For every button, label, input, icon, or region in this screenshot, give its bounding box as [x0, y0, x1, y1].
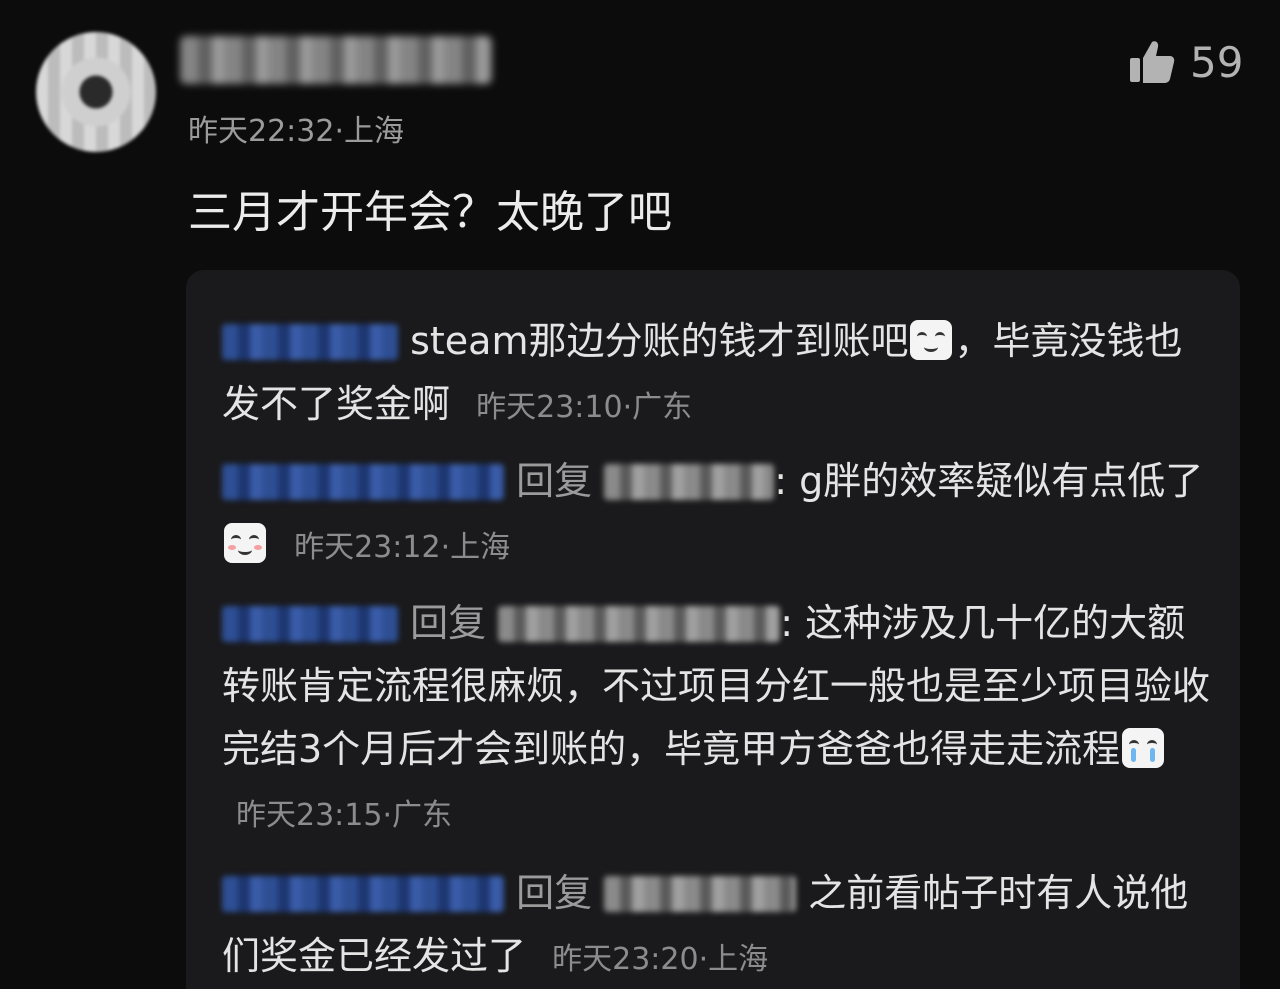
reply-item[interactable]: steam那边分账的钱才到账吧 ，毕竟没钱也发不了奖金啊 昨天23:10·广东 [222, 310, 1212, 439]
reply-time: 昨天23:20·上海 [552, 942, 769, 977]
reply-item[interactable]: 回复 : 这种涉及几十亿的大额转账肯定流程很麻烦，不过项目分红一般也是至少项目验… [222, 592, 1212, 847]
reply-keyword: 回复 [516, 459, 593, 503]
reply-target-blurred[interactable] [604, 876, 797, 912]
reply-keyword: 回复 [410, 601, 487, 645]
reply-text: g胖的效率疑似有点低了 [799, 459, 1204, 503]
reply-item[interactable]: 回复 : g胖的效率疑似有点低了 昨天23:12·上海 [222, 450, 1212, 579]
smirk-emoji-icon [910, 320, 953, 360]
reply-time-value: 昨天23:12 [294, 530, 441, 565]
reply-location: 上海 [708, 942, 769, 977]
comment-time: 昨天22:32 [188, 114, 335, 149]
reply-colon: : [780, 601, 794, 645]
reply-list: steam那边分账的钱才到账吧 ，毕竟没钱也发不了奖金啊 昨天23:10·广东 回… [186, 270, 1240, 989]
comment-text: 三月才开年会？太晚了吧 [188, 187, 672, 238]
reply-author-blurred[interactable] [222, 876, 504, 912]
reply-item[interactable]: 回复 之前看帖子时有人说他们奖金已经发过了 昨天23:20·上海 [222, 862, 1212, 989]
comment-meta: 昨天22:32·上海 [188, 106, 404, 150]
avatar[interactable] [36, 32, 156, 152]
comment-location: 上海 [344, 114, 405, 149]
meta-separator: · [334, 114, 345, 149]
blush-emoji-icon [224, 523, 266, 563]
reply-location: 广东 [632, 390, 693, 425]
reply-time: 昨天23:12·上海 [294, 530, 511, 565]
username-blurred[interactable] [180, 36, 492, 84]
reply-time: 昨天23:15·广东 [236, 798, 453, 833]
reply-author-blurred[interactable] [222, 464, 504, 500]
like-button[interactable]: 59 [1128, 34, 1243, 90]
reply-author-blurred[interactable] [222, 324, 398, 360]
crying-emoji-icon [1122, 728, 1165, 768]
reply-keyword: 回复 [516, 871, 593, 915]
reply-target-blurred[interactable] [604, 464, 775, 500]
reply-time-value: 昨天23:15 [236, 798, 383, 833]
like-count: 59 [1190, 37, 1244, 87]
reply-location: 上海 [450, 530, 511, 565]
reply-author-blurred[interactable] [222, 606, 398, 642]
thumbs-up-icon [1130, 41, 1175, 83]
reply-target-blurred[interactable] [498, 606, 781, 642]
reply-location: 广东 [392, 798, 453, 833]
reply-time: 昨天23:10·广东 [476, 390, 693, 425]
reply-colon: : [774, 459, 788, 503]
reply-time-value: 昨天23:10 [476, 390, 623, 425]
reply-time-value: 昨天23:20 [552, 942, 699, 977]
reply-text: steam那边分账的钱才到账吧 [410, 319, 909, 363]
